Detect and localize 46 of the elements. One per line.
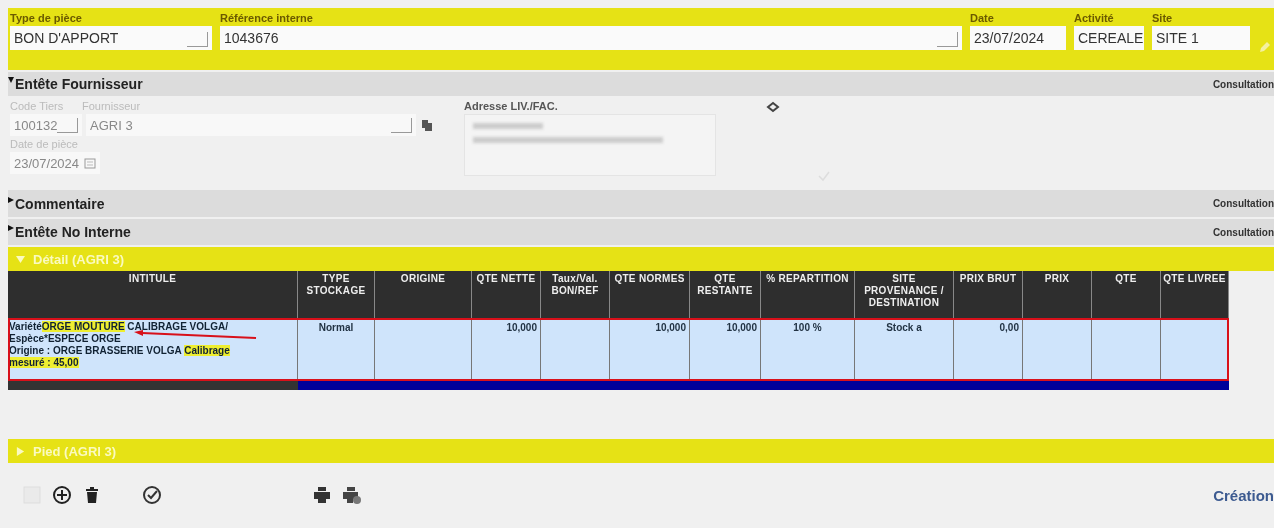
section-header[interactable]: Entête Fournisseur Consultation	[8, 72, 1274, 96]
section-title: Pied (AGRI 3)	[33, 443, 117, 459]
field-label: Activité	[1074, 12, 1115, 24]
column-header[interactable]: QTE RESTANTE	[690, 271, 761, 318]
check-circle-icon[interactable]	[142, 485, 162, 505]
column-header[interactable]: QTE LIVREE	[1161, 271, 1229, 318]
column-header[interactable]: INTITULE	[8, 271, 298, 318]
section-header[interactable]: Commentaire Consultation	[8, 190, 1274, 217]
column-header[interactable]: QTE NETTE	[472, 271, 541, 318]
mode-label: Consultation	[1212, 78, 1274, 90]
copy-icon[interactable]	[420, 118, 434, 132]
input-field[interactable]: CEREALE	[1074, 26, 1144, 50]
status-label: Création	[1213, 486, 1274, 504]
print-icon[interactable]	[312, 485, 332, 505]
field-label: Référence interne	[220, 12, 314, 24]
input-field[interactable]: SITE 1	[1152, 26, 1250, 50]
mode-label: Consultation	[1212, 198, 1274, 209]
product-description: Espèce*ESPECE ORGE	[9, 333, 121, 345]
section-title: Commentaire	[15, 195, 105, 212]
column-header[interactable]: TYPE STOCKAGE	[298, 271, 375, 318]
picker-button[interactable]	[937, 32, 958, 47]
product-description: mesuré : 45,00	[9, 357, 79, 369]
print-preview-icon[interactable]	[342, 485, 362, 505]
field-label: Date	[970, 12, 995, 24]
column-header[interactable]: PRIX BRUT	[954, 271, 1023, 318]
column-header[interactable]: % REPARTITION	[761, 271, 855, 318]
column-header[interactable]: ORIGINE	[375, 271, 472, 318]
product-description: Origine : ORGE BRASSERIE VOLGA Calibrage	[9, 345, 230, 357]
column-header[interactable]: PRIX	[1023, 271, 1092, 318]
section-title: Entête Fournisseur	[15, 76, 143, 92]
column-header[interactable]: QTE NORMES	[610, 271, 690, 318]
field-label: Site	[1152, 12, 1174, 24]
section-header[interactable]: Entête No Interne Consultation	[8, 219, 1274, 245]
column-header[interactable]: SITE PROVENANCE / DESTINATION	[855, 271, 954, 318]
section-title: Détail (AGRI 3)	[33, 251, 124, 267]
input-field[interactable]: 1043676	[220, 26, 962, 50]
input-field[interactable]: 23/07/2024	[970, 26, 1066, 50]
column-header[interactable]: Taux/Val. BON/REF	[541, 271, 610, 318]
section-title: Entête No Interne	[15, 224, 131, 240]
mode-label: Consultation	[1212, 226, 1274, 238]
picker-button[interactable]	[187, 32, 208, 47]
input-field[interactable]: BON D'APPORT	[10, 26, 212, 50]
column-header[interactable]: QTE	[1092, 271, 1161, 318]
field-label: Adresse LIV./FAC.	[464, 100, 559, 112]
field-label: Type de pièce	[10, 12, 83, 24]
add-icon[interactable]	[52, 485, 72, 505]
